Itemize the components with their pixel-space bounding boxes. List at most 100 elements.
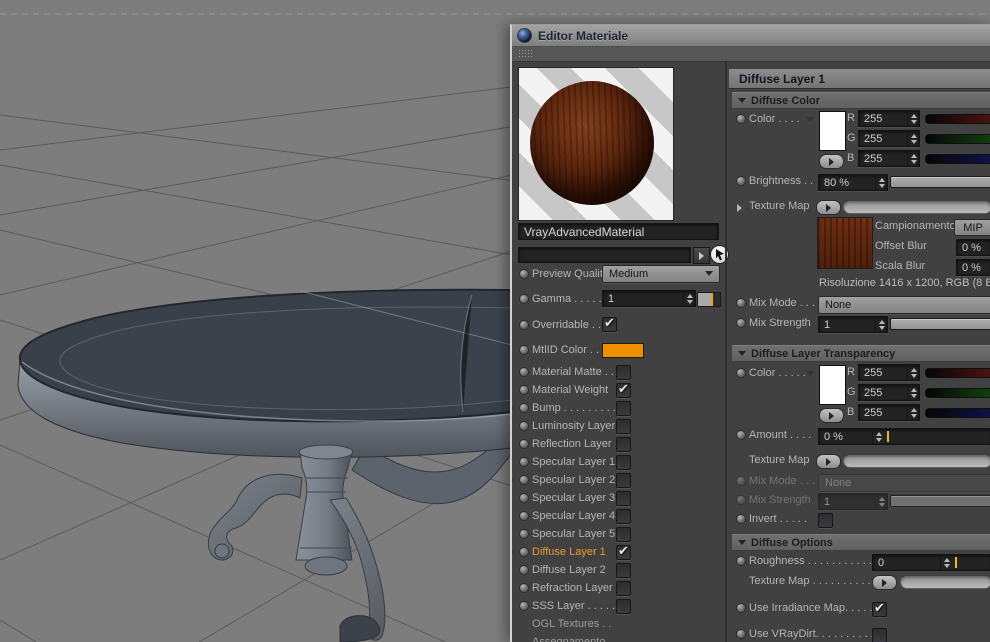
layer-item-refraction[interactable]: Refraction Layer <box>514 579 725 597</box>
layer-checkbox[interactable] <box>616 455 631 470</box>
spinner-icon[interactable] <box>907 385 919 400</box>
invert-checkbox[interactable] <box>818 513 833 528</box>
channel-g-slider[interactable] <box>925 134 990 144</box>
layer-checkbox[interactable] <box>616 509 631 524</box>
param-led-icon[interactable] <box>520 269 528 278</box>
layer-checkbox[interactable] <box>616 581 631 596</box>
param-led-icon[interactable] <box>520 345 528 354</box>
channel-b-slider[interactable] <box>925 408 990 418</box>
channel-g-input[interactable]: 255 <box>858 384 920 401</box>
shader-field[interactable] <box>518 247 691 263</box>
param-led-icon[interactable] <box>520 294 528 303</box>
layer-checkbox[interactable] <box>616 563 631 578</box>
channel-r-input[interactable]: 255 <box>858 364 920 381</box>
color-swatch[interactable] <box>819 111 846 151</box>
campionamento-dropdown[interactable]: MIP <box>954 219 990 236</box>
spinner-icon[interactable] <box>940 555 952 570</box>
brightness-slider[interactable] <box>890 176 990 188</box>
spinner-icon[interactable] <box>875 175 887 190</box>
spinner-icon[interactable] <box>907 151 919 166</box>
section-diffuse-color[interactable]: Diffuse Color <box>732 92 990 109</box>
layer-item-bump[interactable]: Bump . . . . . . . . . <box>514 399 725 417</box>
spinner-icon[interactable] <box>875 317 887 332</box>
param-led-icon[interactable] <box>737 604 745 612</box>
layer-item-diffuse-1-selected[interactable]: Diffuse Layer 1 <box>514 543 725 561</box>
channel-b-input[interactable]: 255 <box>858 150 920 167</box>
spinner-icon[interactable] <box>907 111 919 126</box>
layer-item-specular-1[interactable]: Specular Layer 1 <box>514 453 725 471</box>
expand-triangle-icon[interactable] <box>737 204 742 212</box>
param-led-icon[interactable] <box>520 494 528 502</box>
texture-browse-button[interactable] <box>816 200 841 215</box>
spinner-icon[interactable] <box>907 405 919 420</box>
material-preview[interactable] <box>518 67 674 221</box>
param-led-icon[interactable] <box>737 319 745 327</box>
gamma-input[interactable]: 1 <box>602 290 696 307</box>
param-led-icon[interactable] <box>737 299 745 307</box>
param-led-icon[interactable] <box>520 602 528 610</box>
layer-checkbox[interactable] <box>616 365 631 380</box>
texture-thumbnail[interactable] <box>817 217 873 269</box>
layer-checkbox[interactable] <box>616 419 631 434</box>
shader-menu-button[interactable] <box>693 247 710 264</box>
layer-item-assegnamento[interactable]: Assegnamento <box>514 633 725 642</box>
mix-strength-slider[interactable] <box>890 318 990 330</box>
spinner-icon[interactable] <box>872 429 884 444</box>
layer-item-reflection[interactable]: Reflection Layer <box>514 435 725 453</box>
texture-browse-button[interactable] <box>872 575 897 590</box>
layer-checkbox[interactable] <box>616 381 631 398</box>
brightness-input[interactable]: 80 % <box>818 174 888 191</box>
layer-item-luminosity[interactable]: Luminosity Layer <box>514 417 725 435</box>
channel-b-slider[interactable] <box>925 154 990 164</box>
scala-blur-input[interactable]: 0 % <box>956 259 990 276</box>
param-led-icon[interactable] <box>520 368 528 376</box>
spinner-icon[interactable] <box>907 131 919 146</box>
color-options-triangle-icon[interactable] <box>806 117 814 122</box>
spinner-icon[interactable] <box>683 291 695 306</box>
window-titlebar[interactable]: Editor Materiale <box>512 25 990 47</box>
param-led-icon[interactable] <box>520 386 528 394</box>
param-led-icon[interactable] <box>520 530 528 538</box>
section-diffuse-layer-transparency[interactable]: Diffuse Layer Transparency <box>732 345 990 362</box>
layer-item-material-weight[interactable]: Material Weight <box>514 381 725 399</box>
param-led-icon[interactable] <box>737 431 745 439</box>
texture-path-field[interactable] <box>843 454 990 468</box>
param-led-icon[interactable] <box>520 566 528 574</box>
gamma-slider[interactable] <box>697 292 721 307</box>
color-expand-button[interactable] <box>819 408 844 423</box>
param-led-icon[interactable] <box>520 584 528 592</box>
channel-r-slider[interactable] <box>925 368 990 378</box>
channel-b-input[interactable]: 255 <box>858 404 920 421</box>
layer-item-specular-3[interactable]: Specular Layer 3 <box>514 489 725 507</box>
use-vraydirt-checkbox[interactable] <box>872 628 887 642</box>
overridable-checkbox[interactable] <box>602 315 617 332</box>
offset-blur-input[interactable]: 0 % <box>956 239 990 256</box>
channel-r-slider[interactable] <box>925 114 990 124</box>
param-led-icon[interactable] <box>520 512 528 520</box>
channel-g-slider[interactable] <box>925 388 990 398</box>
material-name-input[interactable]: VrayAdvancedMaterial <box>518 223 719 240</box>
layer-item-diffuse-2[interactable]: Diffuse Layer 2 <box>514 561 725 579</box>
param-led-icon[interactable] <box>520 440 528 448</box>
layer-checkbox[interactable] <box>616 543 631 560</box>
color-options-triangle-icon[interactable] <box>806 371 814 376</box>
texture-path-field[interactable] <box>900 575 990 589</box>
roughness-input-focused[interactable]: 0 <box>872 554 990 571</box>
layer-checkbox[interactable] <box>616 491 631 506</box>
param-led-icon[interactable] <box>520 476 528 484</box>
param-led-icon[interactable] <box>737 115 745 123</box>
layer-item-sss[interactable]: SSS Layer . . . . . <box>514 597 725 615</box>
section-diffuse-options[interactable]: Diffuse Options <box>732 534 990 551</box>
param-led-icon[interactable] <box>737 515 745 523</box>
layer-checkbox[interactable] <box>616 527 631 542</box>
channel-g-input[interactable]: 255 <box>858 130 920 147</box>
channel-r-input[interactable]: 255 <box>858 110 920 127</box>
layer-item-specular-2[interactable]: Specular Layer 2 <box>514 471 725 489</box>
param-led-icon[interactable] <box>737 369 745 377</box>
param-led-icon[interactable] <box>520 320 528 329</box>
mix-strength-input[interactable]: 1 <box>818 316 888 333</box>
param-led-icon[interactable] <box>520 458 528 466</box>
param-led-icon[interactable] <box>520 404 528 412</box>
mix-mode-dropdown[interactable]: None <box>818 296 990 314</box>
layer-checkbox[interactable] <box>616 401 631 416</box>
